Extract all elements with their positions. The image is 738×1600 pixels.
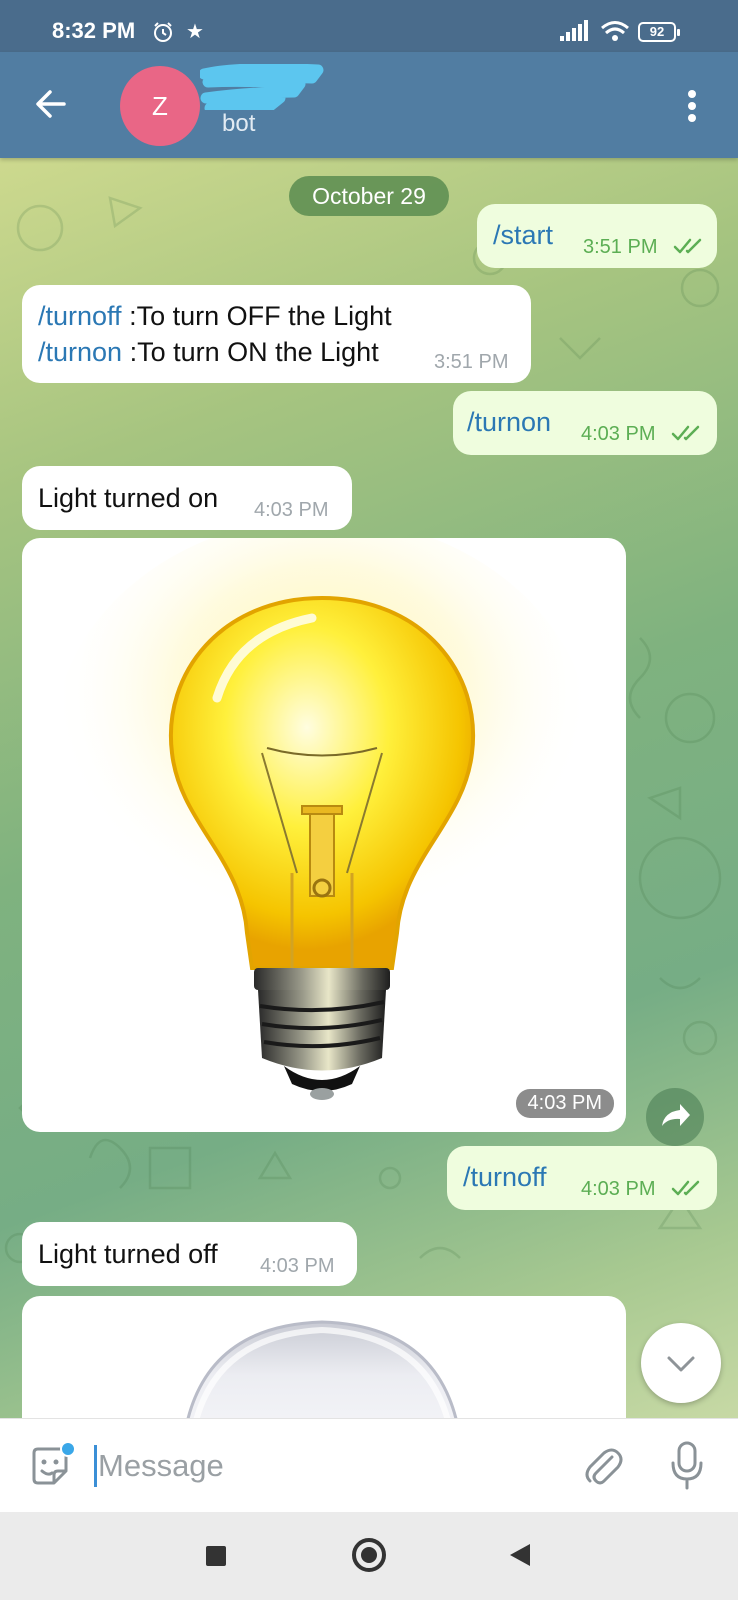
chat-name-redacted[interactable] xyxy=(200,64,324,110)
message-text: Light turned on xyxy=(38,483,219,513)
battery-indicator: 92 xyxy=(638,22,680,42)
share-icon xyxy=(662,1104,690,1126)
status-bar: 8:32 PM ★ 92 xyxy=(0,0,738,52)
arrow-back-icon[interactable] xyxy=(34,86,70,122)
message-text[interactable]: /turnon xyxy=(467,407,551,438)
wifi-icon xyxy=(601,21,629,41)
signal-icon xyxy=(560,20,588,41)
status-time: 8:32 PM xyxy=(52,18,136,43)
scroll-down-button[interactable] xyxy=(641,1323,721,1403)
message-time: 4:03 PM xyxy=(581,423,656,445)
message-line: /turnon :To turn ON the Light xyxy=(38,337,379,367)
read-check-icon xyxy=(671,425,700,441)
incoming-message[interactable]: Light turned off 4:03 PM xyxy=(22,1222,357,1286)
notification-dot xyxy=(60,1441,76,1457)
light-bulb-on-image xyxy=(52,538,592,1100)
photo-time: 4:03 PM xyxy=(515,1089,614,1118)
command-link-turnoff[interactable]: /turnoff xyxy=(38,301,122,331)
incoming-message[interactable]: Light turned on 4:03 PM xyxy=(22,466,352,530)
read-check-icon xyxy=(671,1180,700,1196)
light-bulb-off-image xyxy=(186,1320,458,1418)
message-text[interactable]: /start xyxy=(493,220,553,251)
message-input[interactable] xyxy=(98,1441,538,1491)
message-line: /turnoff :To turn OFF the Light xyxy=(38,301,392,331)
incoming-message[interactable]: /turnoff :To turn OFF the Light /turnon … xyxy=(22,285,531,383)
message-time: 4:03 PM xyxy=(581,1178,656,1200)
message-time: 3:51 PM xyxy=(434,351,509,373)
chat-subtitle: bot xyxy=(222,110,256,137)
text-cursor xyxy=(94,1445,97,1487)
chevron-down-icon xyxy=(667,1356,695,1372)
message-text[interactable]: /turnoff xyxy=(463,1162,547,1193)
outgoing-message[interactable]: /start 3:51 PM xyxy=(477,204,717,268)
photo-message[interactable]: 4:03 PM xyxy=(22,538,626,1132)
microphone-icon[interactable] xyxy=(670,1441,704,1491)
star-icon: ★ xyxy=(186,21,204,43)
message-time: 4:03 PM xyxy=(254,499,329,521)
share-button[interactable] xyxy=(646,1088,704,1146)
nav-back-icon[interactable] xyxy=(508,1542,532,1568)
alarm-icon xyxy=(154,22,172,42)
system-navigation-bar xyxy=(0,1512,738,1600)
recent-apps-icon[interactable] xyxy=(206,1546,226,1566)
date-separator: October 29 xyxy=(289,176,449,216)
message-time: 4:03 PM xyxy=(260,1255,335,1277)
chat-area[interactable]: October 29 /start 3:51 PM /turnoff :To t… xyxy=(0,158,738,1418)
message-time: 3:51 PM xyxy=(583,236,658,258)
read-check-icon xyxy=(673,238,702,254)
message-input-bar xyxy=(0,1418,738,1512)
paperclip-icon[interactable] xyxy=(582,1445,624,1487)
outgoing-message[interactable]: /turnoff 4:03 PM xyxy=(447,1146,717,1210)
chat-header: Z bot xyxy=(0,52,738,158)
more-vertical-icon[interactable] xyxy=(680,88,704,124)
home-icon[interactable] xyxy=(352,1538,386,1572)
command-link-turnon[interactable]: /turnon xyxy=(38,337,122,367)
message-text: Light turned off xyxy=(38,1239,218,1269)
avatar[interactable]: Z xyxy=(120,66,200,146)
photo-message[interactable] xyxy=(22,1296,626,1418)
outgoing-message[interactable]: /turnon 4:03 PM xyxy=(453,391,717,455)
